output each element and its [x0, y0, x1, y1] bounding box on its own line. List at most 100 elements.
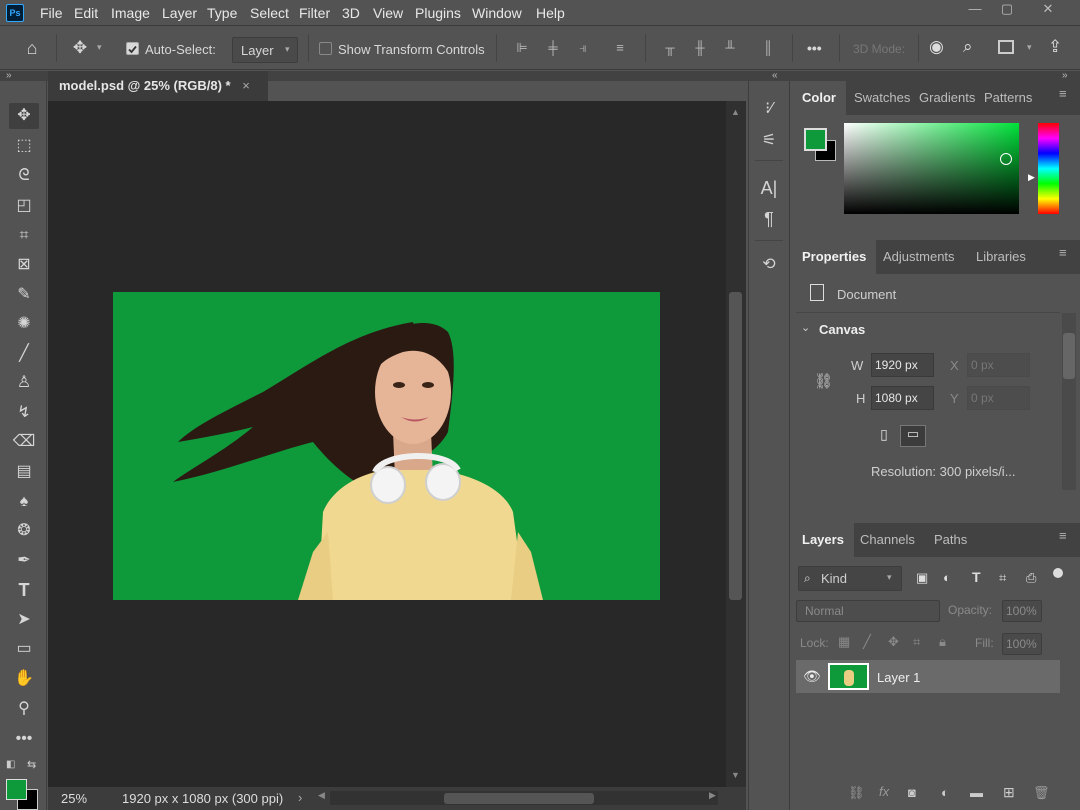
filter-adjustment-icon[interactable]: ◐ — [943, 570, 951, 585]
close-window-button[interactable]: ✕ — [1031, 0, 1065, 20]
menu-type[interactable]: Type — [207, 5, 237, 21]
filter-pixel-icon[interactable]: ▣ — [916, 570, 928, 586]
landscape-orientation-icon[interactable]: ▭ — [900, 425, 926, 447]
history-brush-tool-icon[interactable]: ↯ — [9, 400, 39, 426]
menu-window[interactable]: Window — [472, 5, 522, 21]
scroll-left-icon[interactable]: ◀ — [318, 790, 325, 801]
tab-patterns[interactable]: Patterns — [984, 81, 1032, 115]
new-layer-icon[interactable]: ⊞ — [1003, 784, 1015, 801]
auto-select-target-dropdown[interactable]: Layer ▾ — [232, 37, 298, 63]
path-selection-tool-icon[interactable]: ➤ — [9, 607, 39, 633]
status-arrow-icon[interactable]: › — [298, 790, 302, 805]
collapse-dock-icon[interactable]: » — [1062, 70, 1068, 81]
tab-properties[interactable]: Properties — [792, 240, 877, 274]
filter-type-icon[interactable]: T — [972, 569, 981, 585]
rectangle-tool-icon[interactable]: ▭ — [9, 636, 39, 662]
share-icon[interactable]: ⇪ — [1048, 37, 1068, 61]
layer-style-icon[interactable]: fx — [879, 784, 889, 799]
lock-all-icon[interactable]: 🔒︎ — [939, 634, 946, 650]
canvas-section-label[interactable]: Canvas — [819, 322, 865, 337]
tab-color[interactable]: Color — [792, 81, 846, 115]
document-info[interactable]: 1920 px x 1080 px (300 ppi) — [122, 791, 283, 806]
menu-3d[interactable]: 3D — [342, 5, 360, 21]
marquee-tool-icon[interactable]: ⬚ — [9, 133, 39, 159]
scroll-right-icon[interactable]: ▶ — [709, 790, 716, 801]
menu-select[interactable]: Select — [250, 5, 289, 21]
chevron-down-icon[interactable]: ▾ — [1027, 42, 1032, 53]
opacity-field[interactable]: 100% — [1002, 600, 1042, 622]
tab-adjustments[interactable]: Adjustments — [883, 240, 955, 274]
crop-tool-icon[interactable]: ⌗ — [9, 223, 39, 249]
properties-scroll-thumb[interactable] — [1063, 333, 1075, 379]
width-field[interactable]: 1920 px — [871, 353, 934, 377]
hand-tool-icon[interactable]: ✋ — [9, 666, 39, 692]
home-icon[interactable]: ⌂ — [20, 38, 44, 60]
move-tool-icon[interactable]: ✥ — [9, 103, 39, 129]
default-colors-icon[interactable]: ◧ — [6, 759, 15, 770]
frame-tool-icon[interactable]: ⊠ — [9, 252, 39, 278]
minimize-button[interactable]: — — [958, 0, 992, 20]
menu-help[interactable]: Help — [536, 5, 565, 21]
hue-pointer-icon[interactable]: ▶ — [1028, 172, 1035, 183]
eye-icon[interactable]: 👁︎ — [803, 668, 821, 685]
y-field[interactable]: 0 px — [967, 386, 1030, 410]
blend-mode-dropdown[interactable]: Normal — [796, 600, 940, 622]
eraser-tool-icon[interactable]: ⌫ — [9, 429, 39, 455]
character-icon[interactable]: A| — [756, 175, 782, 201]
lock-position-icon[interactable]: ✥ — [888, 634, 899, 650]
type-tool-icon[interactable]: T — [9, 577, 39, 603]
auto-select-checkbox[interactable] — [126, 42, 139, 55]
lock-artboard-icon[interactable]: ⌗ — [913, 634, 920, 650]
new-group-icon[interactable]: ▬ — [970, 785, 983, 800]
tab-gradients[interactable]: Gradients — [919, 81, 975, 115]
menu-layer[interactable]: Layer — [162, 5, 197, 21]
foreground-color-swatch[interactable] — [6, 779, 27, 800]
scroll-up-icon[interactable]: ▲ — [731, 107, 740, 117]
gradient-tool-icon[interactable]: ▤ — [9, 459, 39, 485]
restore-button[interactable]: ▢ — [990, 0, 1024, 20]
swap-colors-icon[interactable]: ⇆ — [27, 758, 36, 771]
align-top-icon[interactable]: ╥ — [663, 40, 677, 58]
link-icon[interactable]: ⛓ — [814, 372, 833, 390]
filter-toggle-icon[interactable] — [1053, 568, 1063, 578]
panel-menu-icon[interactable]: ≡ — [1059, 87, 1072, 100]
add-mask-icon[interactable]: ◙ — [908, 785, 916, 800]
tab-layers[interactable]: Layers — [792, 523, 854, 557]
workspace-icon[interactable] — [998, 40, 1014, 54]
more-options-button[interactable]: ••• — [807, 40, 822, 56]
layer-filter-dropdown[interactable]: ⌕ Kind ▾ — [798, 566, 902, 591]
layer-row[interactable]: 👁︎ Layer 1 — [796, 660, 1060, 693]
link-layers-icon[interactable]: ⛓ — [848, 785, 865, 801]
menu-image[interactable]: Image — [111, 5, 150, 21]
hue-slider[interactable] — [1038, 123, 1059, 214]
move-tool-preset-icon[interactable]: ✥ — [68, 38, 92, 60]
history-icon[interactable]: ⟲ — [756, 252, 782, 278]
brush-tool-icon[interactable]: ╱ — [9, 341, 39, 367]
vertical-scroll-thumb[interactable] — [729, 292, 742, 600]
paragraph-icon[interactable]: ¶ — [756, 206, 782, 232]
tab-paths[interactable]: Paths — [934, 523, 967, 557]
lock-transparent-icon[interactable]: ▦ — [838, 634, 850, 650]
lock-image-icon[interactable]: ╱ — [863, 634, 871, 650]
eyedropper-tool-icon[interactable]: ✎ — [9, 282, 39, 308]
x-field[interactable]: 0 px — [967, 353, 1030, 377]
filter-shape-icon[interactable]: ⌗ — [999, 570, 1006, 586]
align-bottom-icon[interactable]: ╨ — [723, 40, 737, 58]
adjust-sliders-icon[interactable]: ⚟ — [756, 128, 782, 154]
clone-stamp-tool-icon[interactable]: ♙ — [9, 370, 39, 396]
align-left-icon[interactable]: ⊫ — [515, 40, 529, 58]
expand-toolbar-icon[interactable]: » — [6, 70, 12, 81]
menu-filter[interactable]: Filter — [299, 5, 330, 21]
layer-name[interactable]: Layer 1 — [877, 670, 920, 685]
close-tab-icon[interactable]: × — [242, 78, 250, 93]
show-transform-controls-checkbox[interactable] — [319, 42, 332, 55]
menu-view[interactable]: View — [373, 5, 403, 21]
align-horizontal-center-icon[interactable]: ╪ — [546, 40, 560, 58]
search-icon[interactable]: ⌕ — [963, 37, 983, 61]
delete-layer-icon[interactable]: 🗑︎ — [1033, 785, 1050, 801]
learn-icon[interactable]: ◉ — [929, 37, 953, 61]
dodge-tool-icon[interactable]: ❂ — [9, 518, 39, 544]
collapse-panels-icon[interactable]: « — [772, 70, 778, 81]
brush-settings-icon[interactable]: ⁝∕ — [756, 96, 782, 122]
filter-smart-object-icon[interactable]: ⎙ — [1026, 570, 1036, 586]
